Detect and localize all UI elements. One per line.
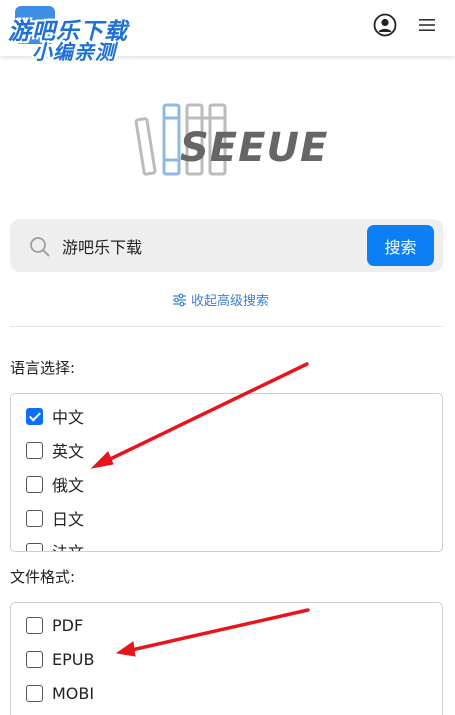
format-option-epub[interactable]: EPUB: [26, 649, 94, 669]
format-options-list[interactable]: PDF EPUB MOBI: [10, 602, 443, 715]
checkbox-icon[interactable]: [26, 650, 43, 668]
language-section-label: 语言选择:: [10, 359, 76, 377]
toggle-advanced-search-link[interactable]: 收起高级搜索: [172, 290, 269, 309]
language-option-label: 中文: [52, 408, 85, 427]
checkbox-icon[interactable]: [26, 684, 43, 702]
logo-line2: 小编亲测: [32, 40, 116, 64]
toggle-advanced-search-label: 收起高级搜索: [191, 294, 270, 309]
search-icon: [30, 237, 50, 257]
checkbox-icon[interactable]: [26, 475, 43, 493]
filter-sliders-icon: [173, 293, 186, 306]
format-section-label: 文件格式:: [10, 568, 76, 586]
brand-wordmark: SEEUE: [180, 125, 329, 171]
language-option-chinese[interactable]: 中文: [26, 406, 85, 427]
site-logo[interactable]: 游吧乐下载 小编亲测: [6, 4, 156, 64]
search-input[interactable]: [62, 230, 358, 262]
format-option-label: PDF: [52, 615, 84, 635]
checkbox-icon[interactable]: [26, 616, 43, 634]
menu-button[interactable]: [418, 16, 436, 34]
top-navbar: 游吧乐下载 小编亲测: [0, 0, 455, 64]
search-button[interactable]: 搜索: [367, 225, 434, 266]
language-option-label: 英文: [52, 442, 85, 461]
user-account-button[interactable]: [373, 13, 397, 37]
checkbox-icon[interactable]: [26, 542, 43, 551]
checkbox-icon[interactable]: [26, 509, 43, 527]
language-option-french[interactable]: 法文: [26, 539, 84, 551]
checkbox-icon[interactable]: [26, 407, 43, 425]
language-option-label: 俄文: [52, 476, 85, 495]
format-option-label: MOBI: [52, 683, 95, 703]
format-option-pdf[interactable]: PDF: [26, 615, 83, 635]
language-option-label: 法文: [52, 539, 84, 551]
divider: [10, 326, 443, 327]
format-option-label: EPUB: [52, 649, 95, 669]
checkbox-icon[interactable]: [26, 441, 43, 459]
language-options-list[interactable]: 中文 英文 俄文 日文 法文: [10, 393, 443, 552]
hamburger-menu-icon: [419, 19, 435, 31]
language-option-english[interactable]: 英文: [26, 440, 85, 461]
user-circle-icon: [373, 13, 397, 37]
language-option-label: 日文: [52, 510, 85, 529]
language-option-russian[interactable]: 俄文: [26, 474, 85, 495]
format-option-mobi[interactable]: MOBI: [26, 683, 94, 703]
language-option-japanese[interactable]: 日文: [26, 508, 85, 529]
